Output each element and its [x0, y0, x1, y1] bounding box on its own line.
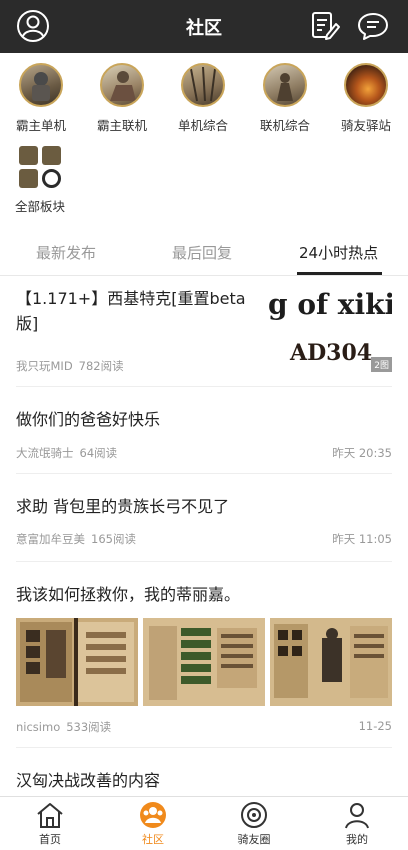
post-item[interactable]: 求助 背包里的贵族长弓不见了 意富加牟豆美 165阅读 昨天 11:05	[16, 474, 392, 562]
post-views: 165阅读	[91, 532, 136, 546]
tab-latest[interactable]: 最新发布	[36, 242, 96, 263]
board-label: 联机综合	[259, 118, 310, 133]
board-single-general[interactable]: 单机综合	[163, 63, 243, 134]
thumbnail-text: AD304	[290, 340, 373, 366]
nav-community[interactable]: 社区	[113, 801, 193, 847]
image-count-badge: 2图	[371, 357, 392, 372]
nav-label: 我的	[346, 833, 368, 846]
post-image[interactable]	[270, 618, 392, 706]
home-icon	[35, 801, 65, 829]
post-meta: 意富加牟豆美 165阅读	[16, 531, 136, 547]
board-thumbnail	[263, 63, 307, 107]
post-views: 782阅读	[78, 359, 124, 373]
post-author: 大流氓骑士	[16, 446, 74, 460]
post-date: 昨天 11:05	[332, 532, 392, 546]
nav-label: 首页	[39, 833, 61, 846]
post-title: 汉匈决战改善的内容	[16, 771, 161, 790]
nav-label: 社区	[142, 833, 164, 846]
person-icon	[342, 801, 372, 829]
post-title: 做你们的爸爸好快乐	[16, 410, 161, 429]
post-thumbnail[interactable]: g of xiki AD304 2图	[268, 282, 392, 374]
bottom-nav: 首页 社区 骑友圈 我的	[0, 796, 408, 850]
nav-me[interactable]: 我的	[317, 801, 397, 847]
nav-rider-circle[interactable]: 骑友圈	[214, 801, 294, 847]
nav-label: 骑友圈	[237, 833, 271, 846]
post-title: 求助 背包里的贵族长弓不见了	[16, 497, 230, 516]
board-all[interactable]: 全部板块	[0, 144, 80, 215]
top-bar: 社区	[0, 0, 408, 53]
board-bazhu-online[interactable]: 霸主联机	[82, 63, 162, 134]
grid-icon	[17, 144, 63, 190]
post-title: 我该如何拯救你，我的蒂丽嘉。	[16, 585, 241, 604]
circle-icon	[239, 801, 269, 829]
edit-icon[interactable]	[307, 9, 341, 43]
post-title: 【1.171+】西基特克[重置beta版]	[16, 289, 246, 333]
post-author: 我只玩MID	[16, 359, 73, 373]
post-views: 64阅读	[79, 446, 118, 460]
post-meta: 大流氓骑士 64阅读	[16, 445, 117, 461]
active-tab-indicator	[297, 272, 382, 275]
board-label: 骑友驿站	[340, 118, 391, 133]
chat-bubble-icon[interactable]	[356, 9, 390, 43]
page-title: 社区	[186, 18, 222, 39]
post-item[interactable]: 我该如何拯救你，我的蒂丽嘉。 nicsimo 533阅读 11-25	[16, 562, 392, 748]
post-date: 11-25	[358, 719, 392, 733]
board-label: 霸主单机	[15, 118, 66, 133]
post-feed: 【1.171+】西基特克[重置beta版] 我只玩MID 782阅读 g of x…	[0, 276, 408, 796]
feed-tabs: 最新发布 最后回复 24小时热点	[0, 232, 408, 276]
board-thumbnail	[181, 63, 225, 107]
post-date: 昨天 20:35	[332, 446, 392, 460]
board-label: 单机综合	[177, 118, 228, 133]
board-thumbnail	[19, 63, 63, 107]
board-label: 霸主联机	[96, 118, 147, 133]
board-label: 全部板块	[14, 199, 65, 214]
board-bazhu-single[interactable]: 霸主单机	[1, 63, 81, 134]
post-meta: 我只玩MID 782阅读	[16, 358, 124, 374]
post-image[interactable]	[16, 618, 138, 706]
tab-last-reply[interactable]: 最后回复	[172, 242, 232, 263]
post-image[interactable]	[143, 618, 265, 706]
post-meta: nicsimo 533阅读	[16, 719, 111, 735]
board-online-general[interactable]: 联机综合	[245, 63, 325, 134]
post-views: 533阅读	[66, 720, 112, 734]
tab-24h-hot[interactable]: 24小时热点	[299, 242, 378, 263]
board-rider-station[interactable]: 骑友驿站	[326, 63, 406, 134]
post-item[interactable]: 【1.171+】西基特克[重置beta版] 我只玩MID 782阅读 g of x…	[16, 276, 392, 387]
community-icon	[138, 801, 168, 829]
post-author: 意富加牟豆美	[16, 532, 85, 546]
board-thumbnail	[344, 63, 388, 107]
nav-home[interactable]: 首页	[10, 801, 90, 847]
board-thumbnail	[100, 63, 144, 107]
board-grid: 霸主单机 霸主联机 单机综合 联机综合 骑友驿站 全部板块	[0, 58, 408, 218]
thumbnail-text: g of xiki	[268, 288, 392, 321]
post-item[interactable]: 做你们的爸爸好快乐 大流氓骑士 64阅读 昨天 20:35	[16, 387, 392, 474]
post-author: nicsimo	[16, 720, 61, 734]
post-item[interactable]: 汉匈决战改善的内容	[16, 748, 392, 796]
